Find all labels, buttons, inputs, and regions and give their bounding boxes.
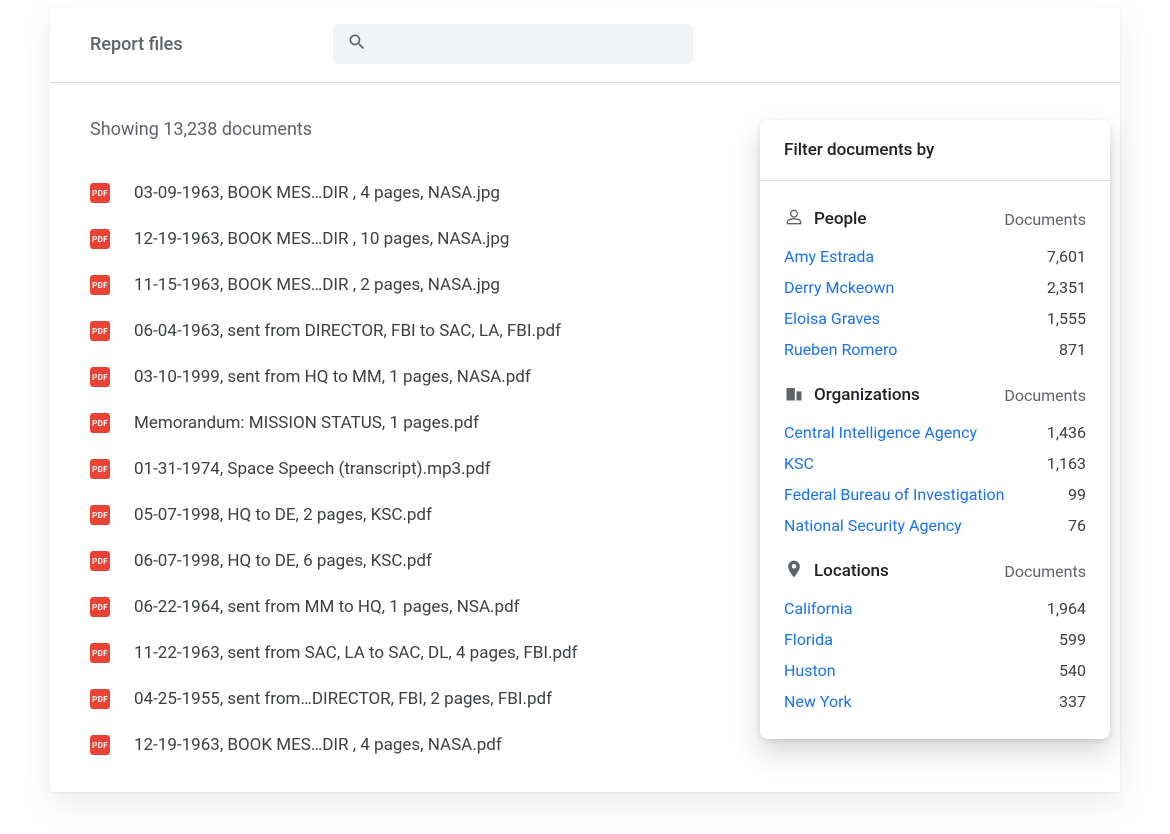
search-input[interactable] xyxy=(377,35,679,54)
filter-item-count: 76 xyxy=(1068,516,1086,535)
filter-section-head: Locations Documents xyxy=(784,559,1086,583)
filter-section-title: Organizations xyxy=(814,385,920,405)
filter-item-label[interactable]: Eloisa Graves xyxy=(784,309,880,328)
pdf-icon: PDF xyxy=(90,689,110,709)
file-name: 04-25-1955, sent from…DIRECTOR, FBI, 2 p… xyxy=(134,689,552,709)
pdf-icon: PDF xyxy=(90,183,110,203)
filter-section-title: Locations xyxy=(814,561,889,581)
search-icon xyxy=(347,32,367,56)
filter-item-count: 871 xyxy=(1059,340,1086,359)
file-name: 05-07-1998, HQ to DE, 2 pages, KSC.pdf xyxy=(134,505,432,525)
filter-item-label[interactable]: Amy Estrada xyxy=(784,247,874,266)
file-name: 11-22-1963, sent from SAC, LA to SAC, DL… xyxy=(134,643,578,663)
filter-item-label[interactable]: National Security Agency xyxy=(784,516,962,535)
pdf-icon: PDF xyxy=(90,735,110,755)
file-name: 01-31-1974, Space Speech (transcript).mp… xyxy=(134,459,491,479)
filter-item-label[interactable]: Rueben Romero xyxy=(784,340,897,359)
filter-item[interactable]: National Security Agency 76 xyxy=(784,510,1086,541)
file-name: 12-19-1963, BOOK MES…DIR , 10 pages, NAS… xyxy=(134,229,509,249)
file-name: 06-22-1964, sent from MM to HQ, 1 pages,… xyxy=(134,597,520,617)
filter-item[interactable]: Eloisa Graves 1,555 xyxy=(784,303,1086,334)
pdf-icon: PDF xyxy=(90,367,110,387)
filter-item-label[interactable]: Derry Mckeown xyxy=(784,278,894,297)
header: Report files xyxy=(50,8,1120,83)
pdf-icon: PDF xyxy=(90,321,110,341)
filter-item-count: 99 xyxy=(1068,485,1086,504)
filter-item[interactable]: Federal Bureau of Investigation 99 xyxy=(784,479,1086,510)
pdf-icon: PDF xyxy=(90,505,110,525)
filter-body: People Documents Amy Estrada 7,601 Derry Mck… xyxy=(760,181,1110,739)
file-name: 06-07-1998, HQ to DE, 6 pages, KSC.pdf xyxy=(134,551,432,571)
file-name: 12-19-1963, BOOK MES…DIR , 4 pages, NASA… xyxy=(134,735,502,755)
documents-column-label: Documents xyxy=(1004,562,1086,581)
filter-item-label[interactable]: Huston xyxy=(784,661,836,680)
filter-item-count: 337 xyxy=(1059,692,1086,711)
filter-item-count: 599 xyxy=(1059,630,1086,649)
filter-item-count: 1,555 xyxy=(1047,309,1086,328)
filter-item[interactable]: Huston 540 xyxy=(784,655,1086,686)
filter-item[interactable]: KSC 1,163 xyxy=(784,448,1086,479)
filter-item-count: 540 xyxy=(1059,661,1086,680)
pdf-icon: PDF xyxy=(90,597,110,617)
filter-item-label[interactable]: KSC xyxy=(784,454,814,473)
file-name: Memorandum: MISSION STATUS, 1 pages.pdf xyxy=(134,413,479,433)
filter-section-title: People xyxy=(814,209,867,229)
pdf-icon: PDF xyxy=(90,275,110,295)
file-name: 11-15-1963, BOOK MES…DIR , 2 pages, NASA… xyxy=(134,275,500,295)
filter-item-count: 1,436 xyxy=(1047,423,1086,442)
pdf-icon: PDF xyxy=(90,229,110,249)
filter-panel: Filter documents by People Documents Amy E… xyxy=(760,120,1110,739)
filter-item-label[interactable]: Federal Bureau of Investigation xyxy=(784,485,1005,504)
filter-item-count: 7,601 xyxy=(1047,247,1086,266)
filter-item-label[interactable]: California xyxy=(784,599,852,618)
filter-item[interactable]: Rueben Romero 871 xyxy=(784,334,1086,365)
filter-item-count: 1,964 xyxy=(1047,599,1086,618)
filter-item[interactable]: California 1,964 xyxy=(784,593,1086,624)
file-name: 03-10-1999, sent from HQ to MM, 1 pages,… xyxy=(134,367,531,387)
filter-item-count: 2,351 xyxy=(1047,278,1086,297)
filter-section-head: Organizations Documents xyxy=(784,383,1086,407)
pdf-icon: PDF xyxy=(90,551,110,571)
person-icon xyxy=(784,207,804,231)
filter-item[interactable]: New York 337 xyxy=(784,686,1086,717)
filter-item-label[interactable]: Central Intelligence Agency xyxy=(784,423,977,442)
search-box[interactable] xyxy=(333,24,693,64)
pdf-icon: PDF xyxy=(90,643,110,663)
filter-item-count: 1,163 xyxy=(1047,454,1086,473)
page-title: Report files xyxy=(90,34,183,55)
filter-section-head: People Documents xyxy=(784,207,1086,231)
documents-column-label: Documents xyxy=(1004,210,1086,229)
file-name: 03-09-1963, BOOK MES…DIR , 4 pages, NASA… xyxy=(134,183,500,203)
location-icon xyxy=(784,559,804,583)
app-card: Report files Showing 13,238 documents PD… xyxy=(50,8,1120,792)
filter-panel-title: Filter documents by xyxy=(760,120,1110,181)
filter-item-label[interactable]: New York xyxy=(784,692,852,711)
filter-item[interactable]: Amy Estrada 7,601 xyxy=(784,241,1086,272)
org-icon xyxy=(784,383,804,407)
pdf-icon: PDF xyxy=(90,459,110,479)
file-name: 06-04-1963, sent from DIRECTOR, FBI to S… xyxy=(134,321,561,341)
pdf-icon: PDF xyxy=(90,413,110,433)
filter-item[interactable]: Florida 599 xyxy=(784,624,1086,655)
filter-item[interactable]: Central Intelligence Agency 1,436 xyxy=(784,417,1086,448)
filter-item[interactable]: Derry Mckeown 2,351 xyxy=(784,272,1086,303)
filter-item-label[interactable]: Florida xyxy=(784,630,833,649)
documents-column-label: Documents xyxy=(1004,386,1086,405)
